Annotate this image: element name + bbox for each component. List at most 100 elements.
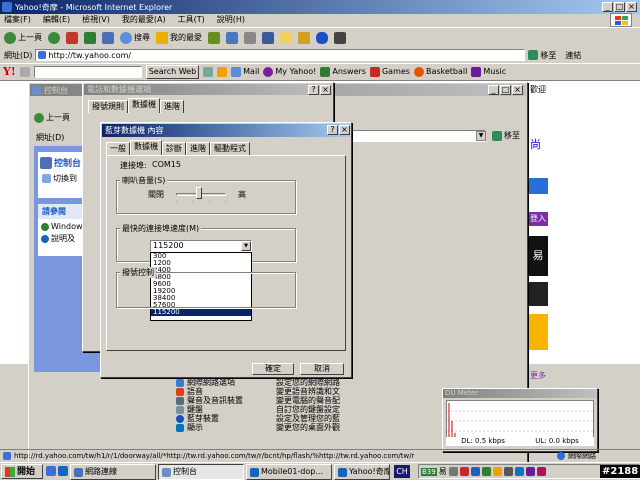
pencil-icon[interactable] — [19, 66, 30, 77]
cp-go-button[interactable]: 移至 — [492, 130, 520, 141]
games-link[interactable]: Games — [369, 66, 410, 77]
page-link-text[interactable]: 尚 — [530, 136, 541, 152]
forward-arrow-icon[interactable] — [48, 31, 60, 44]
taskbar-control-panel[interactable]: 控制台 — [158, 464, 244, 480]
menu-favorites[interactable]: 我的最愛(A) — [122, 14, 166, 26]
ie-maximize-button[interactable]: □ — [614, 2, 625, 12]
favorites-button[interactable]: 我的最愛 — [156, 31, 202, 44]
page-banner-yellow[interactable] — [528, 314, 548, 350]
menu-view[interactable]: 檢視(V) — [82, 14, 110, 26]
tab-modem[interactable]: 數據機 — [130, 140, 162, 155]
taskbar-mobile01[interactable]: Mobile01-dop... — [246, 464, 332, 480]
start-button[interactable]: 開始 — [1, 464, 43, 479]
links-label[interactable]: 連結 — [565, 50, 581, 61]
tray-icon-4[interactable] — [481, 467, 491, 476]
yahoo-mail-link[interactable]: Mail — [231, 66, 259, 77]
address-input[interactable]: http://tw.yahoo.com/ — [35, 49, 526, 61]
print-icon[interactable] — [244, 31, 256, 44]
history-icon[interactable] — [208, 31, 220, 44]
search-web-button[interactable]: Search Web — [145, 64, 200, 79]
language-indicator[interactable]: CH — [394, 465, 410, 478]
tray-icon-5[interactable] — [492, 467, 502, 476]
tray-icon-3[interactable] — [470, 467, 480, 476]
tray-ime-text[interactable]: 易 — [439, 466, 447, 477]
yahoo-logo-icon[interactable]: Y! — [3, 65, 16, 78]
cancel-button[interactable]: 取消 — [300, 363, 344, 375]
bluetooth-icon[interactable] — [316, 31, 328, 44]
tab-modems[interactable]: 數據機 — [128, 98, 160, 113]
folder-icon[interactable] — [280, 31, 292, 44]
welcome-text[interactable]: 歡迎 — [530, 84, 546, 95]
ie-close-button[interactable]: × — [626, 2, 637, 12]
phone-modem-close-button[interactable]: × — [320, 85, 331, 95]
ie-title-bar[interactable]: Yahoo!奇摩 - Microsoft Internet Explorer — [0, 0, 640, 14]
tray-icon-2[interactable] — [459, 467, 469, 476]
home-icon[interactable] — [102, 31, 114, 44]
ie-launch-icon[interactable] — [58, 466, 68, 476]
tab-driver[interactable]: 驅動程式 — [210, 142, 250, 155]
cp-minimize-button[interactable]: _ — [488, 85, 499, 95]
edit-icon[interactable] — [262, 31, 274, 44]
popup-blocker-icon[interactable] — [217, 66, 228, 77]
basketball-link[interactable]: Basketball — [413, 66, 467, 77]
du-meter-title-bar[interactable]: DU Meter — [443, 389, 597, 398]
tab-diagnostics[interactable]: 診斷 — [162, 142, 186, 155]
tray-icon-8[interactable] — [525, 467, 535, 476]
help-link[interactable]: 說明及 — [51, 233, 75, 244]
cp-back-button[interactable]: 上一頁 — [34, 112, 70, 123]
menu-edit[interactable]: 編輯(E) — [43, 14, 70, 26]
speed-option[interactable]: 115200 — [151, 309, 251, 316]
bt-modem-title-bar[interactable]: 藍芽數據機 內容 — [102, 124, 350, 137]
tray-icon-1[interactable] — [448, 467, 458, 476]
cp-address-input[interactable] — [350, 130, 486, 142]
taskbar-network-connections[interactable]: 網路連線 — [70, 464, 156, 480]
switch-view-link[interactable]: 切換到 — [53, 173, 77, 184]
tray-icon-9[interactable] — [536, 467, 546, 476]
search-button[interactable]: 搜尋 — [120, 31, 150, 44]
ok-button[interactable]: 確定 — [252, 363, 294, 375]
menu-tools[interactable]: 工具(T) — [178, 14, 205, 26]
yahoo-search-input[interactable] — [33, 65, 142, 78]
back-button[interactable]: 上一頁 — [4, 31, 42, 44]
menu-help[interactable]: 說明(H) — [217, 14, 245, 26]
tab-advanced[interactable]: 進階 — [160, 100, 184, 113]
page-banner-dark[interactable] — [528, 282, 548, 306]
tab-advanced-settings[interactable]: 進階 — [186, 142, 210, 155]
page-banner-black[interactable]: 易 — [528, 236, 548, 276]
stop-icon[interactable] — [66, 31, 78, 44]
my-yahoo-link[interactable]: My Yahoo! — [263, 66, 316, 77]
tray-badge[interactable]: B39 — [421, 467, 437, 476]
taskbar-yahoo[interactable]: Yahoo!奇摩 - — [334, 464, 390, 480]
bt-help-button[interactable]: ? — [327, 125, 338, 135]
page-banner-blue[interactable] — [528, 178, 548, 194]
tray-icon-7[interactable] — [514, 467, 524, 476]
cp-item-display[interactable]: 顯示 變更您的桌面外觀 — [176, 423, 366, 432]
menu-file[interactable]: 檔案(F) — [4, 14, 31, 26]
refresh-icon[interactable] — [84, 31, 96, 44]
highlight-icon[interactable] — [203, 66, 214, 77]
cp-address-dropdown-arrow[interactable]: ▼ — [476, 131, 486, 141]
volume-slider[interactable]: · · · · — [176, 187, 226, 204]
answers-link[interactable]: Answers — [320, 66, 366, 77]
speed-select[interactable]: 115200 — [150, 240, 252, 252]
cp-close-button[interactable]: × — [512, 85, 523, 95]
ie-minimize-button[interactable]: _ — [602, 2, 613, 12]
volume-slider-thumb[interactable] — [196, 187, 202, 199]
mail-icon[interactable] — [226, 31, 238, 44]
music-link[interactable]: Music — [471, 66, 506, 77]
messenger-icon[interactable] — [298, 31, 310, 44]
bt-close-button[interactable]: × — [339, 125, 350, 135]
tray-icon-6[interactable] — [503, 467, 513, 476]
tab-dialing-rules[interactable]: 撥號規則 — [88, 100, 128, 113]
app-icon[interactable] — [334, 31, 346, 44]
cp-maximize-button[interactable]: □ — [500, 85, 511, 95]
phone-modem-help-button[interactable]: ? — [308, 85, 319, 95]
show-desktop-icon[interactable] — [46, 466, 56, 476]
go-button[interactable]: 移至 — [528, 50, 556, 61]
page-more-link[interactable]: 更多 — [530, 370, 546, 381]
speed-dropdown-arrow[interactable]: ▼ — [241, 241, 251, 251]
page-login-button[interactable]: 登入 — [528, 212, 548, 226]
phone-modem-title-bar[interactable]: 電話和數據機選項 — [84, 84, 332, 95]
tab-general[interactable]: 一般 — [106, 142, 130, 155]
speed-label: 最快的連接埠速度(M) — [120, 223, 202, 234]
